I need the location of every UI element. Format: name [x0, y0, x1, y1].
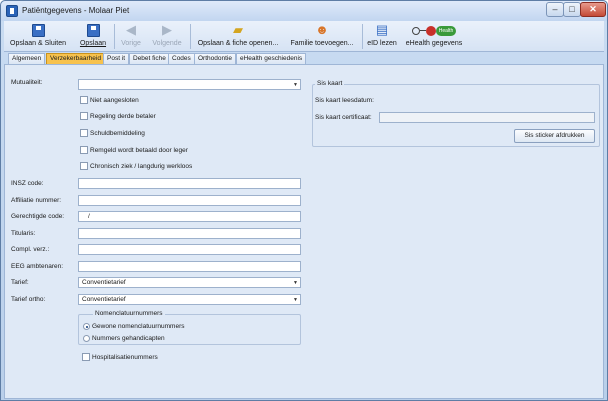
- checkbox-regeling-derde-betaler[interactable]: [80, 112, 88, 120]
- previous-button[interactable]: ◀ Vorige: [118, 22, 144, 51]
- tab-codes[interactable]: Codes: [168, 53, 195, 64]
- folder-icon: ▰: [233, 22, 243, 37]
- affiliatie-input[interactable]: [78, 195, 301, 206]
- ehealth-data-button[interactable]: Health eHealth gegevens: [402, 22, 466, 51]
- tarief-label: Tarief:: [11, 279, 29, 286]
- app-icon: [6, 5, 18, 17]
- checkbox-label: Remgeld wordt betaald door leger: [90, 147, 188, 154]
- titularis-label: Titularis:: [11, 230, 36, 237]
- eeg-input[interactable]: [78, 261, 301, 272]
- checkbox-label: Regeling derde betaler: [90, 113, 156, 120]
- floppy-disk-icon: [78, 22, 108, 38]
- checkbox-schuldbemiddeling[interactable]: [80, 129, 88, 137]
- compl-verz-label: Compl. verz.:: [11, 246, 50, 253]
- close-button[interactable]: ✕: [580, 2, 606, 17]
- save-open-file-button[interactable]: ▰ Opslaan & fiche openen...: [194, 22, 282, 51]
- read-eid-button[interactable]: ▤ eID lezen: [366, 22, 398, 51]
- tab-post-it[interactable]: Post it: [103, 53, 130, 64]
- insz-label: INSZ code:: [11, 180, 44, 187]
- radio-nummers-gehandicapten[interactable]: [83, 335, 90, 342]
- compl-verz-input[interactable]: [78, 244, 301, 255]
- title-bar: Patiëntgegevens - Molaar Piet – □ ✕: [1, 1, 607, 21]
- insz-input[interactable]: [78, 178, 301, 189]
- sis-kaart-title: Sis kaart: [315, 80, 345, 87]
- checkbox-label: Hospitalisatienummers: [92, 354, 158, 361]
- family-icon: ☻: [315, 22, 329, 37]
- checkbox-label: Chronisch ziek / langdurig werkloos: [90, 163, 193, 170]
- radio-label: Nummers gehandicapten: [92, 335, 165, 342]
- sis-certificaat-input: [379, 112, 595, 123]
- checkbox-chronisch-ziek[interactable]: [80, 162, 88, 170]
- minimize-button[interactable]: –: [546, 2, 564, 17]
- ehealth-icon: Health: [402, 22, 466, 38]
- tab-ehealth-geschiedenis[interactable]: eHealth geschiedenis: [236, 53, 307, 64]
- id-card-icon: ▤: [375, 22, 389, 37]
- window-title: Patiëntgegevens - Molaar Piet: [22, 6, 130, 15]
- gerechtigde-label: Gerechtigde code:: [11, 213, 65, 220]
- titularis-input[interactable]: [78, 228, 301, 239]
- tab-orthodontie[interactable]: Orthodontie: [194, 53, 236, 64]
- toolbar-separator: [190, 24, 191, 49]
- maximize-button[interactable]: □: [563, 2, 581, 17]
- sis-leesdatum-label: Sis kaart leesdatum:: [315, 97, 374, 104]
- print-sis-sticker-button[interactable]: Sis sticker afdrukken: [514, 129, 595, 143]
- checkbox-label: Schuldbemiddeling: [90, 130, 145, 137]
- checkbox-label: Niet aangesloten: [90, 97, 139, 104]
- toolbar-separator: [114, 24, 115, 49]
- tarief-ortho-select[interactable]: Conventietarief: [78, 294, 301, 305]
- checkbox-niet-aangesloten[interactable]: [80, 96, 88, 104]
- floppy-disk-icon: [10, 22, 66, 38]
- tab-algemeen[interactable]: Algemeen: [8, 53, 46, 64]
- tab-verzekerbaarheid[interactable]: Verzekerbaarheid: [46, 53, 105, 64]
- nomenclatuur-title: Nomenclatuurnummers: [93, 310, 165, 317]
- tab-bar: Algemeen Verzekerbaarheid Post it Debet …: [4, 53, 604, 64]
- tarief-select[interactable]: Conventietarief: [78, 277, 301, 288]
- arrow-right-icon: ▶: [162, 22, 172, 37]
- tab-debet-fiche[interactable]: Debet fiche: [129, 53, 170, 64]
- verzekerbaarheid-panel: Mutualiteit: Niet aangesloten Regeling d…: [4, 64, 604, 399]
- ehealth-badge: Health: [435, 25, 457, 36]
- checkbox-remgeld-leger[interactable]: [80, 146, 88, 154]
- tarief-ortho-label: Tarief ortho:: [11, 296, 46, 303]
- checkbox-hospitalisatienummers[interactable]: [82, 353, 90, 361]
- arrow-left-icon: ◀: [126, 22, 136, 37]
- toolbar: Opslaan & Sluiten Opslaan ◀ Vorige ▶ Vol…: [4, 21, 604, 52]
- add-family-button[interactable]: ☻ Familie toevoegen...: [286, 22, 358, 51]
- mutualiteit-select[interactable]: [78, 79, 301, 90]
- mutualiteit-label: Mutualiteit:: [11, 79, 43, 86]
- save-close-button[interactable]: Opslaan & Sluiten: [10, 22, 66, 51]
- radio-label: Gewone nomenclatuurnummers: [92, 323, 185, 330]
- toolbar-separator: [362, 24, 363, 49]
- radio-gewone-nomenclatuur[interactable]: [83, 323, 90, 330]
- save-button[interactable]: Opslaan: [78, 22, 108, 51]
- gerechtigde-input[interactable]: /: [78, 211, 301, 222]
- eeg-label: EEG ambtenaren:: [11, 263, 64, 270]
- next-button[interactable]: ▶ Volgende: [149, 22, 185, 51]
- patient-data-window: Patiëntgegevens - Molaar Piet – □ ✕ Opsl…: [0, 0, 608, 401]
- sis-certificaat-label: Sis kaart certificaat:: [315, 114, 372, 121]
- affiliatie-label: Affiliatie nummer:: [11, 197, 62, 204]
